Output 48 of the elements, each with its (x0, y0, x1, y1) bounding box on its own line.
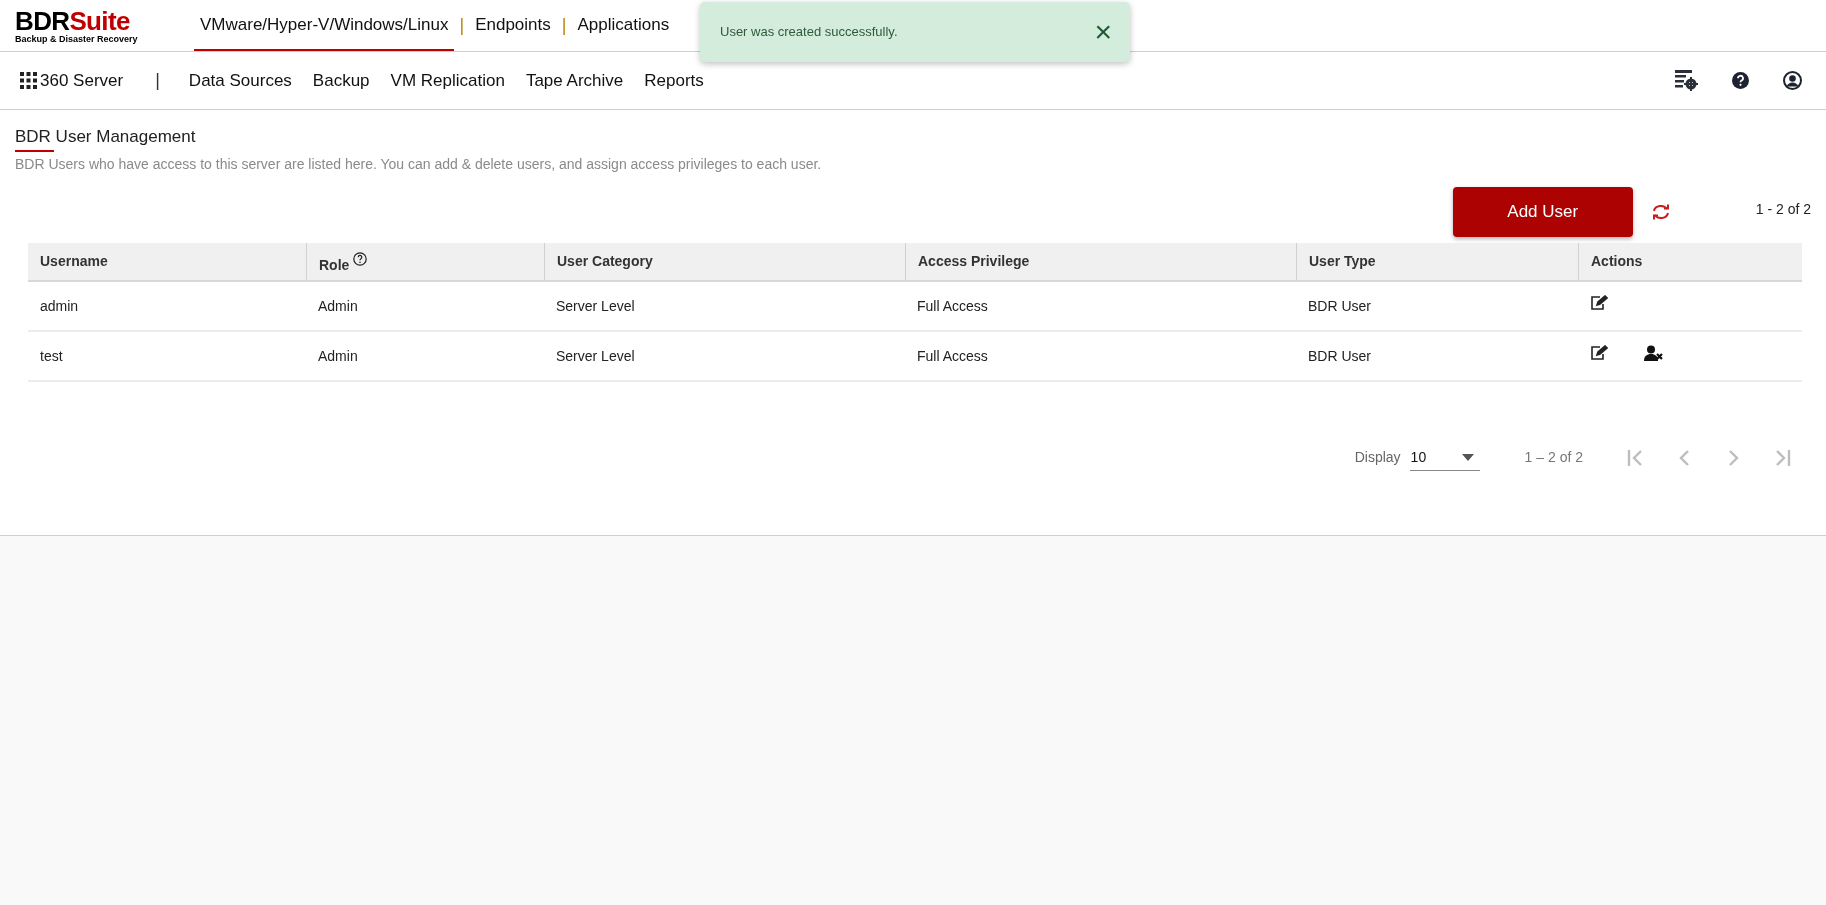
table-cell-text: BDR User (1308, 296, 1371, 316)
table-cell-text: BDR User (1308, 346, 1371, 366)
add-user-button[interactable]: Add User (1452, 187, 1633, 237)
column-header: Role (319, 256, 350, 275)
page-title: BDR User Management (15, 126, 196, 148)
column-header: Username (40, 252, 108, 271)
nav-link[interactable]: Tape Archive (525, 67, 624, 94)
toast-message: User was created successfully. (720, 23, 898, 42)
column-header: User Category (557, 252, 653, 271)
remove-user-icon[interactable] (1644, 345, 1664, 361)
server-menu[interactable]: 360 Server (20, 67, 124, 94)
column-header: Access Privilege (918, 252, 1030, 271)
table-cell-text: Server Level (556, 296, 635, 316)
page-description: BDR Users who have access to this server are listed here. You can add & delete users, and assign access privileges to each user. (15, 155, 823, 174)
server-settings-icon[interactable] (1675, 70, 1698, 91)
nav-link[interactable]: VM Replication (390, 67, 505, 94)
title-underline (15, 150, 54, 152)
product-tab[interactable]: Endpoints (469, 0, 557, 51)
column-header: Actions (1591, 252, 1643, 271)
page-size-dropdown[interactable]: 10 (1409, 444, 1480, 471)
user-account-icon[interactable] (1783, 71, 1802, 90)
edit-icon[interactable] (1590, 345, 1608, 361)
display-label: Display (1354, 448, 1401, 467)
nav-link[interactable]: Backup (312, 67, 370, 94)
table-cell-text: Server Level (556, 346, 635, 366)
nav-link[interactable]: Data Sources (188, 67, 292, 94)
nav-link[interactable]: Reports (644, 67, 704, 94)
caret-icon (1461, 453, 1474, 461)
column-header: User Type (1309, 252, 1376, 271)
product-tab[interactable]: Applications (571, 0, 676, 51)
refresh-icon[interactable] (1650, 204, 1671, 220)
brand-logo: BDRSuite (15, 8, 131, 34)
table-cell-text: Admin (318, 296, 358, 316)
brand-tagline: Backup & Disaster Recovery (15, 34, 139, 45)
table-cell-text: test (40, 346, 63, 366)
nav-separator: | (155, 69, 160, 92)
close-button[interactable]: × (1094, 17, 1112, 47)
table-cell-text: Admin (318, 346, 358, 366)
edit-icon[interactable] (1590, 295, 1608, 311)
table-cell-text: Full Access (917, 296, 988, 316)
nav-separator: | (458, 14, 466, 37)
record-count: 1 - 2 of 2 (1755, 199, 1811, 219)
nav-separator: | (560, 14, 568, 37)
grid-icon (20, 72, 37, 89)
help-icon[interactable] (1732, 72, 1749, 89)
table-cell-text: admin (40, 296, 79, 316)
page-range: 1 – 2 of 2 (1524, 448, 1583, 467)
table-cell-text: Full Access (917, 346, 988, 366)
